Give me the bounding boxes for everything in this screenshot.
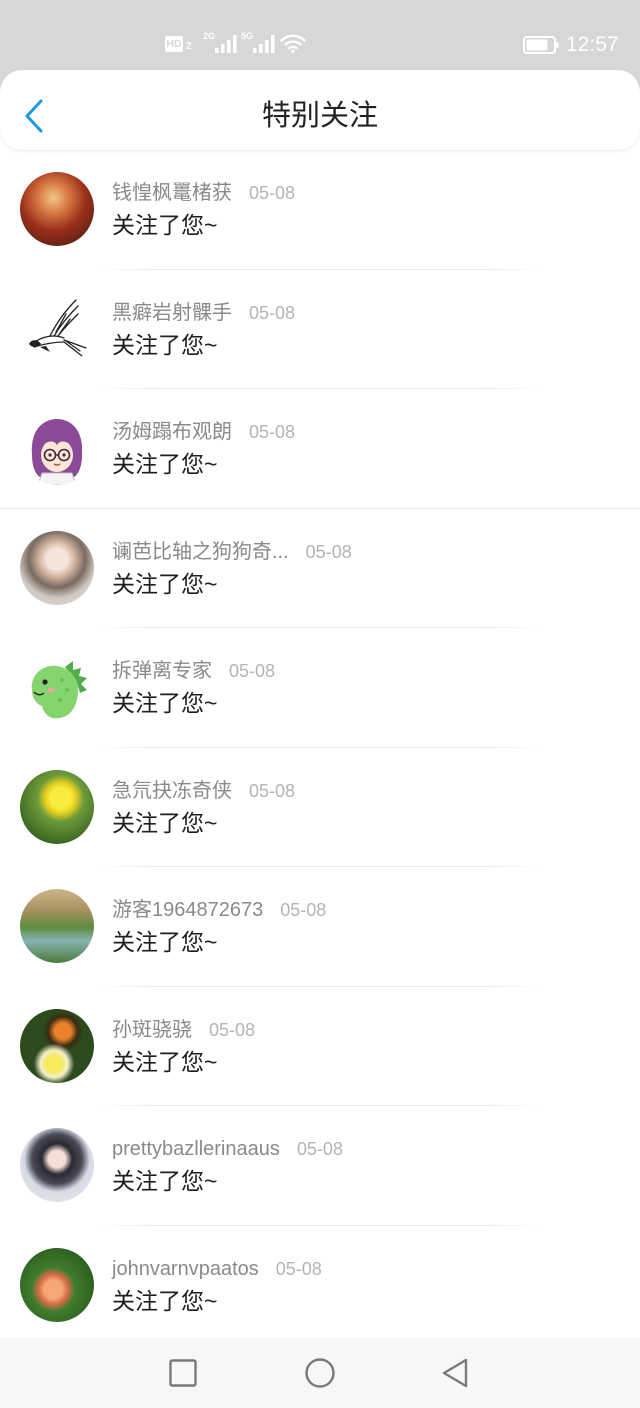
list-item[interactable]: johnvarnvpaatos 05-08 关注了您~ bbox=[0, 1226, 640, 1346]
page-title: 特别关注 bbox=[261, 100, 378, 132]
avatar[interactable] bbox=[20, 411, 94, 485]
user-name[interactable]: johnvarnvpaatos bbox=[112, 1257, 259, 1281]
notification-list: 钱惶枫鼍楮获 05-08 关注了您~ 黑癖岩射髁手 05-08 关注了您~ 汤姆… bbox=[0, 150, 640, 1345]
hd-voice-icon: HD bbox=[165, 36, 183, 52]
item-header: 孙斑骁骁 05-08 bbox=[112, 1018, 255, 1042]
notification-message: 关注了您~ bbox=[112, 1168, 218, 1194]
header-bar: 特别关注 bbox=[0, 70, 640, 150]
notification-message: 关注了您~ bbox=[112, 809, 218, 836]
timestamp: 05-08 bbox=[296, 1139, 343, 1159]
list-item[interactable]: 黑癖岩射髁手 05-08 关注了您~ bbox=[0, 270, 640, 389]
avatar[interactable] bbox=[20, 530, 94, 605]
item-header: 谰芭比轴之狗狗奇... 05-08 bbox=[112, 540, 352, 564]
item-header: 游客1964872673 05-08 bbox=[112, 898, 326, 922]
list-item[interactable]: prettybazllerinaaus 05-08 关注了您~ bbox=[0, 1106, 640, 1226]
home-button[interactable] bbox=[304, 1357, 336, 1389]
list-item[interactable]: 孙斑骁骁 05-08 关注了您~ bbox=[0, 987, 640, 1106]
user-name[interactable]: 孙斑骁骁 bbox=[112, 1018, 192, 1042]
signal-icon bbox=[215, 35, 237, 58]
timestamp: 05-08 bbox=[305, 541, 352, 562]
sim1-network-label: 2G bbox=[203, 31, 216, 41]
item-header: 急氘抉冻奇侠 05-08 bbox=[112, 779, 295, 803]
chevron-left-icon[interactable] bbox=[19, 98, 49, 134]
user-name[interactable]: 急氘抉冻奇侠 bbox=[112, 779, 232, 803]
system-back-button[interactable] bbox=[439, 1357, 471, 1389]
notification-message: 关注了您~ bbox=[112, 1048, 218, 1075]
timestamp: 05-08 bbox=[209, 1019, 256, 1040]
recents-button[interactable] bbox=[167, 1357, 199, 1389]
avatar[interactable] bbox=[20, 1247, 94, 1322]
battery-fill bbox=[526, 39, 548, 51]
circle-icon[interactable] bbox=[304, 1357, 336, 1389]
notification-message: 关注了您~ bbox=[112, 1287, 218, 1314]
user-name[interactable]: 游客1964872673 bbox=[112, 898, 263, 922]
item-header: 钱惶枫鼍楮获 05-08 bbox=[112, 181, 295, 205]
avatar[interactable] bbox=[20, 1128, 94, 1202]
avatar-image bbox=[20, 411, 94, 485]
list-item[interactable]: 谰芭比轴之狗狗奇... 05-08 关注了您~ bbox=[0, 509, 640, 628]
status-time: 12:57 bbox=[566, 33, 619, 56]
hd-sim-number: 2 bbox=[186, 41, 192, 52]
user-name[interactable]: 黑癖岩射髁手 bbox=[112, 301, 232, 325]
notification-message: 关注了您~ bbox=[112, 212, 218, 238]
item-header: 黑癖岩射髁手 05-08 bbox=[112, 301, 295, 325]
avatar[interactable] bbox=[20, 650, 94, 724]
user-name[interactable]: 拆弹离专家 bbox=[112, 659, 212, 683]
user-name[interactable]: prettybazllerinaaus bbox=[112, 1137, 280, 1161]
list-item[interactable]: 拆弹离专家 05-08 关注了您~ bbox=[0, 628, 640, 748]
timestamp: 05-08 bbox=[249, 780, 296, 801]
notification-message: 关注了您~ bbox=[112, 570, 218, 597]
user-name[interactable]: 钱惶枫鼍楮获 bbox=[112, 181, 232, 205]
avatar[interactable] bbox=[20, 1008, 94, 1083]
list-item[interactable]: 急氘抉冻奇侠 05-08 关注了您~ bbox=[0, 748, 640, 867]
triangle-back-icon[interactable] bbox=[439, 1357, 471, 1389]
avatar-image bbox=[20, 650, 94, 724]
list-item[interactable]: 游客1964872673 05-08 关注了您~ bbox=[0, 867, 640, 987]
notification-message: 关注了您~ bbox=[112, 331, 218, 358]
avatar[interactable] bbox=[20, 889, 94, 963]
square-icon[interactable] bbox=[167, 1357, 199, 1389]
list-item[interactable]: 钱惶枫鼍楮获 05-08 关注了您~ bbox=[0, 150, 640, 270]
back-button[interactable] bbox=[19, 98, 49, 134]
sim2-network-label: 5G bbox=[241, 31, 254, 41]
item-header: johnvarnvpaatos 05-08 bbox=[112, 1257, 322, 1281]
list-item[interactable]: 汤姆蹋布观朗 05-08 关注了您~ bbox=[0, 389, 640, 509]
item-header: 拆弹离专家 05-08 bbox=[112, 659, 275, 683]
timestamp: 05-08 bbox=[249, 302, 296, 323]
avatar[interactable] bbox=[20, 172, 94, 246]
avatar[interactable] bbox=[20, 769, 94, 844]
user-name[interactable]: 谰芭比轴之狗狗奇... bbox=[112, 540, 289, 564]
notification-message: 关注了您~ bbox=[112, 929, 218, 955]
timestamp: 05-08 bbox=[249, 183, 296, 203]
avatar-image bbox=[20, 291, 94, 366]
timestamp: 05-08 bbox=[275, 1258, 322, 1279]
wifi-icon bbox=[280, 33, 306, 58]
user-name[interactable]: 汤姆蹋布观朗 bbox=[112, 420, 232, 444]
item-header: prettybazllerinaaus 05-08 bbox=[112, 1137, 343, 1161]
timestamp: 05-08 bbox=[249, 422, 296, 442]
timestamp: 05-08 bbox=[280, 900, 327, 920]
timestamp: 05-08 bbox=[229, 661, 276, 681]
notification-message: 关注了您~ bbox=[112, 690, 218, 716]
notification-message: 关注了您~ bbox=[112, 451, 218, 477]
avatar[interactable] bbox=[20, 291, 94, 366]
battery-icon bbox=[523, 36, 560, 59]
item-header: 汤姆蹋布观朗 05-08 bbox=[112, 420, 295, 444]
signal-icon bbox=[253, 35, 275, 58]
system-nav-bar bbox=[0, 1338, 640, 1408]
